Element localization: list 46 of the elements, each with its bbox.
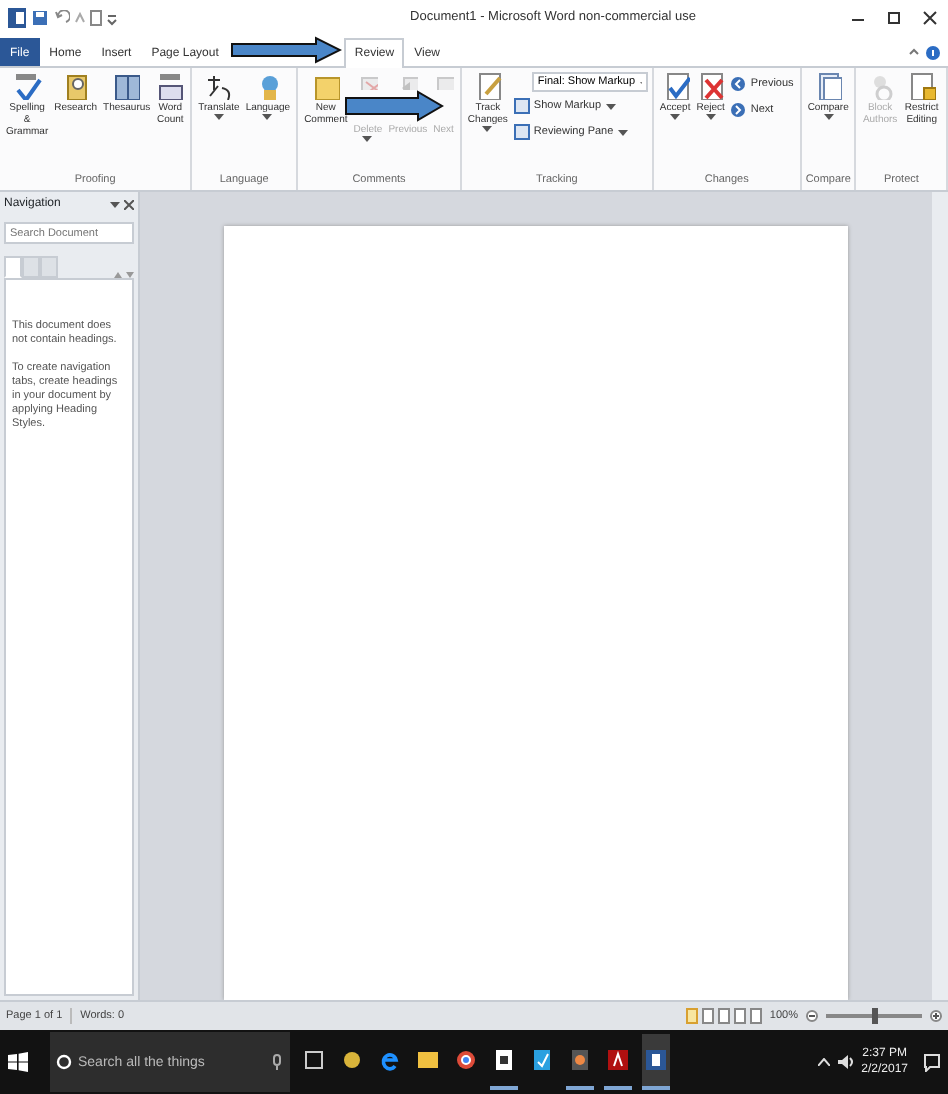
translate-icon — [204, 72, 233, 100]
annotation-arrow — [230, 36, 343, 64]
store-icon — [494, 1048, 514, 1072]
cortana-icon — [56, 1054, 72, 1070]
word-count-icon — [156, 72, 185, 100]
scroll-bar[interactable] — [932, 192, 948, 1000]
restore-icon[interactable] — [884, 10, 904, 26]
help-icon[interactable] — [926, 46, 940, 60]
word-logo-icon — [646, 1048, 666, 1072]
close-icon[interactable] — [124, 200, 134, 210]
microphone-icon[interactable] — [272, 1054, 282, 1070]
next-change-icon — [730, 102, 747, 118]
browser-icon — [380, 1048, 400, 1072]
zoom-slider-thumb[interactable] — [871, 1008, 877, 1024]
collapse-ribbon-icon[interactable] — [908, 46, 920, 58]
spelling-check-icon — [13, 72, 42, 100]
comment-next-icon — [433, 72, 454, 90]
app-icon — [342, 1048, 362, 1072]
pane-icon — [513, 124, 530, 140]
markup-icon — [513, 98, 530, 114]
browser-icon — [456, 1048, 476, 1072]
previous-change-icon — [730, 76, 747, 92]
pdf-icon — [608, 1048, 628, 1072]
save-icon[interactable] — [32, 10, 48, 26]
app-icon — [532, 1048, 552, 1072]
comment-icon — [311, 72, 340, 100]
volume-icon[interactable] — [837, 1054, 854, 1070]
app-icon — [570, 1048, 590, 1072]
zoom-out-icon[interactable] — [806, 1010, 818, 1022]
customize-menu-icon[interactable] — [106, 10, 118, 26]
show-hidden-icons-icon[interactable] — [817, 1058, 830, 1066]
action-center-icon[interactable] — [924, 1053, 940, 1071]
annotation-arrow — [344, 90, 445, 122]
pane-menu-icon[interactable] — [110, 201, 120, 209]
zoom-in-icon[interactable] — [930, 1010, 942, 1022]
word-logo-icon[interactable] — [8, 8, 26, 28]
windows-logo-icon[interactable] — [8, 1052, 28, 1072]
document-icon[interactable] — [90, 10, 102, 26]
taskbar-app[interactable] — [642, 1034, 670, 1090]
undo-icon[interactable] — [54, 10, 70, 26]
folder-icon — [418, 1048, 438, 1072]
task-view-icon — [304, 1048, 324, 1072]
close-icon[interactable] — [920, 10, 940, 26]
caret-icon — [617, 129, 628, 135]
comment-previous-icon — [397, 72, 418, 90]
caret-icon — [605, 103, 616, 109]
